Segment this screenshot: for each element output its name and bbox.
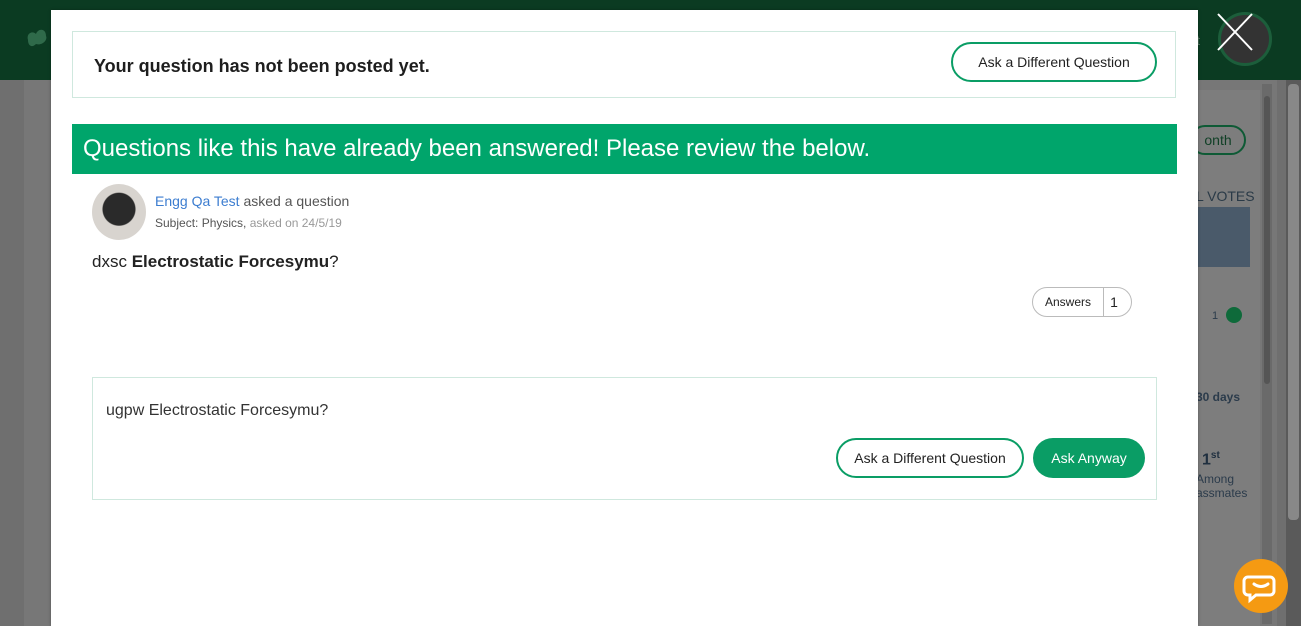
background-inner-scroll-thumb (1264, 96, 1270, 384)
background-rank: 1st (1202, 450, 1220, 469)
notice-text: Your question has not been posted yet. (94, 56, 430, 76)
not-posted-notice: Your question has not been posted yet. A… (72, 31, 1176, 98)
ask-different-question-button[interactable]: Ask a Different Question (836, 438, 1024, 478)
background-votes-count: 1 (1212, 310, 1219, 322)
chat-button[interactable] (1234, 559, 1288, 613)
avatar (92, 184, 146, 240)
question-text[interactable]: dxsc Electrostatic Forcesymu? (92, 252, 339, 272)
question-author-line: Engg Qa Test asked a question (155, 193, 349, 209)
ask-anyway-button[interactable]: Ask Anyway (1033, 438, 1145, 478)
new-question-preview: ugpw Electrostatic Forcesymu? Ask a Diff… (92, 377, 1157, 500)
logo-icon (27, 29, 47, 47)
already-answered-banner: Questions like this have already been an… (72, 124, 1177, 174)
question-subject: Subject: Physics, (155, 216, 247, 230)
author-action: asked a question (243, 193, 350, 209)
answers-button[interactable]: Answers 1 (1032, 287, 1132, 317)
background-side-panel (1196, 90, 1260, 626)
chat-icon (1242, 575, 1276, 604)
background-votes-card (1196, 207, 1250, 267)
similar-questions-modal (51, 10, 1198, 626)
close-icon[interactable] (1214, 10, 1256, 54)
page-scroll-thumb[interactable] (1288, 84, 1299, 520)
background-month-tab: onth (1190, 125, 1246, 155)
background-votes-label: L VOTES (1196, 188, 1255, 204)
background-days-label: 30 days (1196, 390, 1241, 404)
new-question-text: ugpw Electrostatic Forcesymu? (106, 402, 329, 419)
smile-icon (1226, 307, 1242, 323)
question-date: asked on 24/5/19 (249, 216, 342, 230)
question-meta: Subject: Physics, asked on 24/5/19 (155, 216, 342, 230)
background-among-label: Among assmates (1196, 472, 1248, 500)
ask-different-question-top-button[interactable]: Ask a Different Question (951, 42, 1157, 82)
author-link[interactable]: Engg Qa Test (155, 193, 240, 209)
answers-label: Answers (1033, 288, 1104, 316)
answers-count: 1 (1110, 294, 1118, 310)
